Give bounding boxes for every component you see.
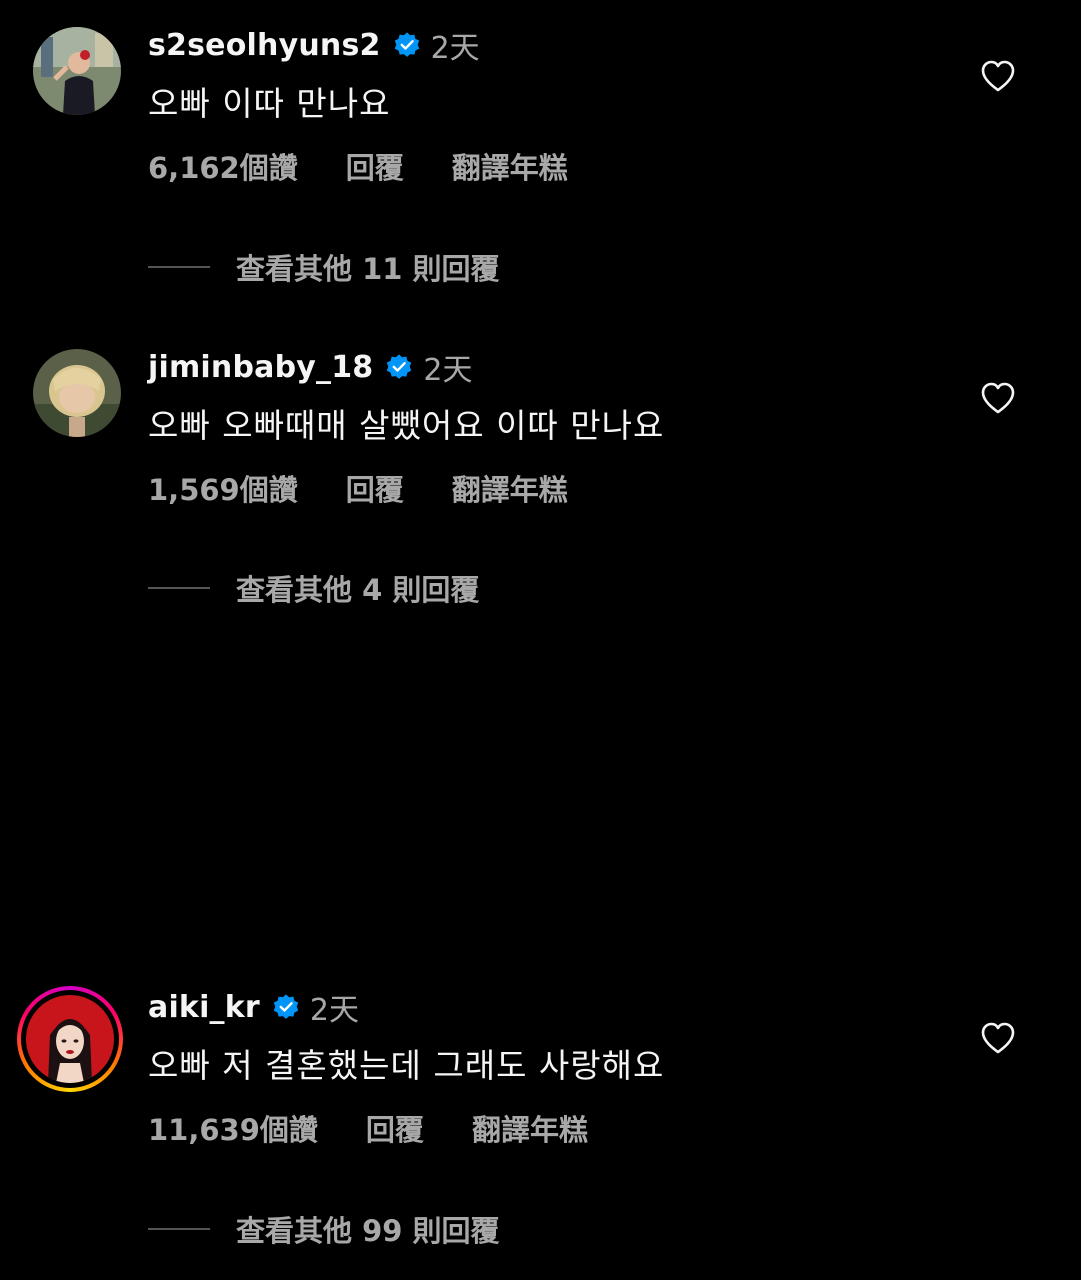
comment-text: 오빠 저 결혼했는데 그래도 사랑해요 <box>148 1046 665 1085</box>
view-replies-label: 查看其他 99 則回覆 <box>236 1214 500 1248</box>
like-count[interactable]: 11,639個讚 <box>148 1107 318 1149</box>
avatar[interactable] <box>33 27 121 115</box>
view-replies-label: 查看其他 4 則回覆 <box>236 573 480 607</box>
comment-text: 오빠 이따 만나요 <box>148 84 391 123</box>
view-replies-button[interactable]: 查看其他 11 則回覆 <box>148 246 500 288</box>
view-replies-label: 查看其他 11 則回覆 <box>236 252 500 286</box>
avatar[interactable] <box>33 349 121 437</box>
reply-button[interactable]: 回覆 <box>346 145 404 187</box>
translate-button[interactable]: 翻譯年糕 <box>472 1107 588 1149</box>
comment-username[interactable]: aiki_kr <box>148 990 260 1025</box>
comment-timestamp: 2天 <box>423 353 473 388</box>
view-replies-button[interactable]: 查看其他 4 則回覆 <box>148 567 479 609</box>
comment-username[interactable]: jiminbaby_18 <box>148 350 373 385</box>
verified-badge-icon <box>273 994 299 1019</box>
heart-outline-icon[interactable] <box>980 1022 1016 1054</box>
comment-text: 오빠 오빠때매 살뺐어요 이따 만나요 <box>148 406 665 445</box>
comment-timestamp: 2天 <box>309 993 360 1028</box>
verified-badge-icon <box>387 354 412 379</box>
like-count[interactable]: 6,162個讚 <box>148 145 298 187</box>
translate-button[interactable]: 翻譯年糕 <box>452 467 568 509</box>
comment-username[interactable]: s2seolhyuns2 <box>148 28 381 63</box>
comment-timestamp: 2天 <box>430 31 480 66</box>
translate-button[interactable]: 翻譯年糕 <box>452 145 568 187</box>
divider <box>148 1228 210 1230</box>
reply-button[interactable]: 回覆 <box>346 467 404 509</box>
like-count[interactable]: 1,569個讚 <box>148 467 298 509</box>
divider <box>148 587 210 589</box>
verified-badge-icon <box>394 32 419 57</box>
heart-outline-icon[interactable] <box>980 60 1016 92</box>
view-replies-button[interactable]: 查看其他 99 則回覆 <box>148 1208 500 1250</box>
heart-outline-icon[interactable] <box>980 382 1016 414</box>
avatar-story-ring[interactable] <box>17 986 123 1092</box>
divider <box>148 266 210 268</box>
avatar <box>26 995 114 1083</box>
reply-button[interactable]: 回覆 <box>366 1107 424 1149</box>
